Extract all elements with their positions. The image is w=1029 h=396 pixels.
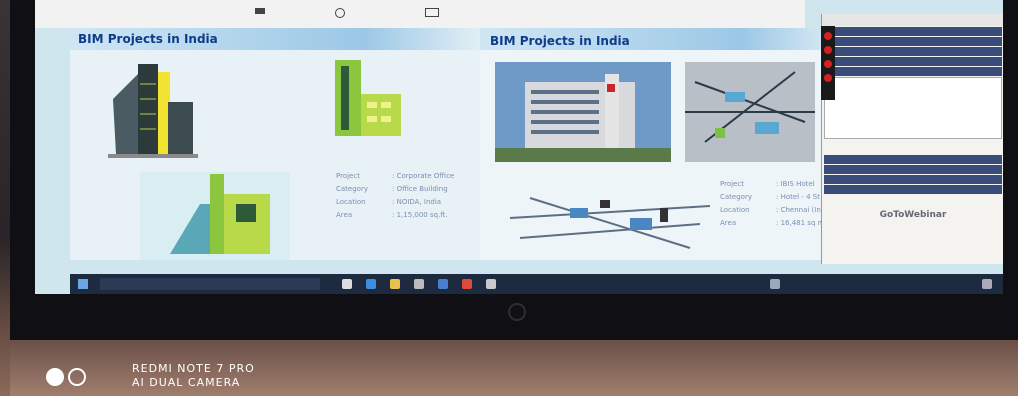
watermark-dot-ring bbox=[68, 368, 86, 386]
chrome-icon[interactable] bbox=[462, 279, 472, 289]
info-value: : IBIS Hotel bbox=[776, 180, 815, 188]
hp-logo bbox=[508, 303, 526, 321]
notification-icon[interactable] bbox=[982, 279, 992, 289]
building-render-side bbox=[140, 172, 290, 260]
project-info-noida: Project : Corporate Office Category : Offi… bbox=[336, 170, 454, 222]
grab-tab[interactable] bbox=[821, 26, 835, 100]
app-icon[interactable] bbox=[486, 279, 496, 289]
edge-icon[interactable] bbox=[366, 279, 376, 289]
screen-share-icon[interactable] bbox=[824, 74, 832, 82]
folder-icon[interactable] bbox=[390, 279, 400, 289]
mic-icon[interactable] bbox=[824, 46, 832, 54]
info-label: Category bbox=[720, 193, 752, 201]
info-label: Project bbox=[336, 172, 360, 180]
laptop-screen: BIM Projects in India Project: Corporat… bbox=[35, 0, 1003, 294]
mep-model-render bbox=[685, 62, 815, 162]
panel-brand: GoToWebinar bbox=[879, 210, 947, 220]
panel-section-polls[interactable] bbox=[824, 155, 1002, 164]
building-render-dark bbox=[108, 64, 198, 158]
mail-icon[interactable] bbox=[438, 279, 448, 289]
panel-section-questions[interactable] bbox=[824, 165, 1002, 174]
panel-section-webcam[interactable] bbox=[824, 37, 1002, 46]
info-label: Category bbox=[336, 185, 368, 193]
panel-spacer bbox=[822, 140, 1003, 154]
panel-section-dashboard[interactable] bbox=[824, 57, 1002, 66]
attendee-list bbox=[824, 77, 1002, 139]
info-label: Project bbox=[720, 180, 744, 188]
store-icon[interactable] bbox=[414, 279, 424, 289]
info-label: Area bbox=[336, 211, 353, 219]
info-value: : Hotel - 4 St bbox=[776, 193, 820, 201]
panel-section-chat[interactable] bbox=[824, 185, 1002, 194]
screenshot-icon[interactable] bbox=[425, 8, 439, 17]
image-edge bbox=[1018, 0, 1029, 396]
building-render-green bbox=[335, 60, 401, 136]
info-label: Location bbox=[720, 206, 750, 214]
webcam-toggle-icon[interactable] bbox=[824, 60, 832, 68]
windows-taskbar bbox=[70, 274, 1003, 294]
info-value: : 1,15,000 sq.ft. bbox=[392, 211, 448, 219]
task-view-icon[interactable] bbox=[342, 279, 352, 289]
panel-section-audio[interactable] bbox=[824, 47, 1002, 56]
mep-model-wide bbox=[510, 197, 710, 249]
webcam-icon[interactable] bbox=[255, 8, 265, 14]
panel-section-handouts[interactable] bbox=[824, 175, 1002, 184]
tray-icon[interactable] bbox=[770, 279, 780, 289]
webinar-control-panel[interactable]: GoToWebinar bbox=[821, 14, 1003, 264]
slide-noida: BIM Projects in India Project: Corporat… bbox=[70, 28, 490, 260]
search-input[interactable] bbox=[100, 278, 320, 290]
info-label: Area bbox=[720, 219, 737, 227]
info-value: : NOIDA, India bbox=[392, 198, 442, 206]
record-icon[interactable] bbox=[824, 32, 832, 40]
slide-chennai: BIM Projects in India Project : IBIS Hote… bbox=[480, 28, 855, 260]
info-label: Location bbox=[336, 198, 366, 206]
panel-section-attendees[interactable] bbox=[824, 67, 1002, 76]
hotel-photo bbox=[495, 62, 671, 162]
slide-title: BIM Projects in India bbox=[490, 34, 630, 48]
webinar-toolbar bbox=[35, 0, 805, 28]
panel-header bbox=[822, 14, 1003, 26]
watermark-dot-filled bbox=[46, 368, 64, 386]
zoom-icon[interactable] bbox=[335, 8, 345, 18]
watermark-line1: REDMI NOTE 7 PRO bbox=[132, 362, 255, 375]
project-info-chennai: Project : IBIS Hotel Category : Hotel - 4 … bbox=[720, 178, 834, 230]
slide-title: BIM Projects in India bbox=[78, 32, 218, 46]
watermark-line2: AI DUAL CAMERA bbox=[132, 376, 241, 389]
info-value: : Office Building bbox=[392, 185, 448, 193]
panel-section-sharing[interactable] bbox=[824, 27, 1002, 36]
info-value: : Corporate Office bbox=[392, 172, 455, 180]
start-icon[interactable] bbox=[78, 279, 88, 289]
